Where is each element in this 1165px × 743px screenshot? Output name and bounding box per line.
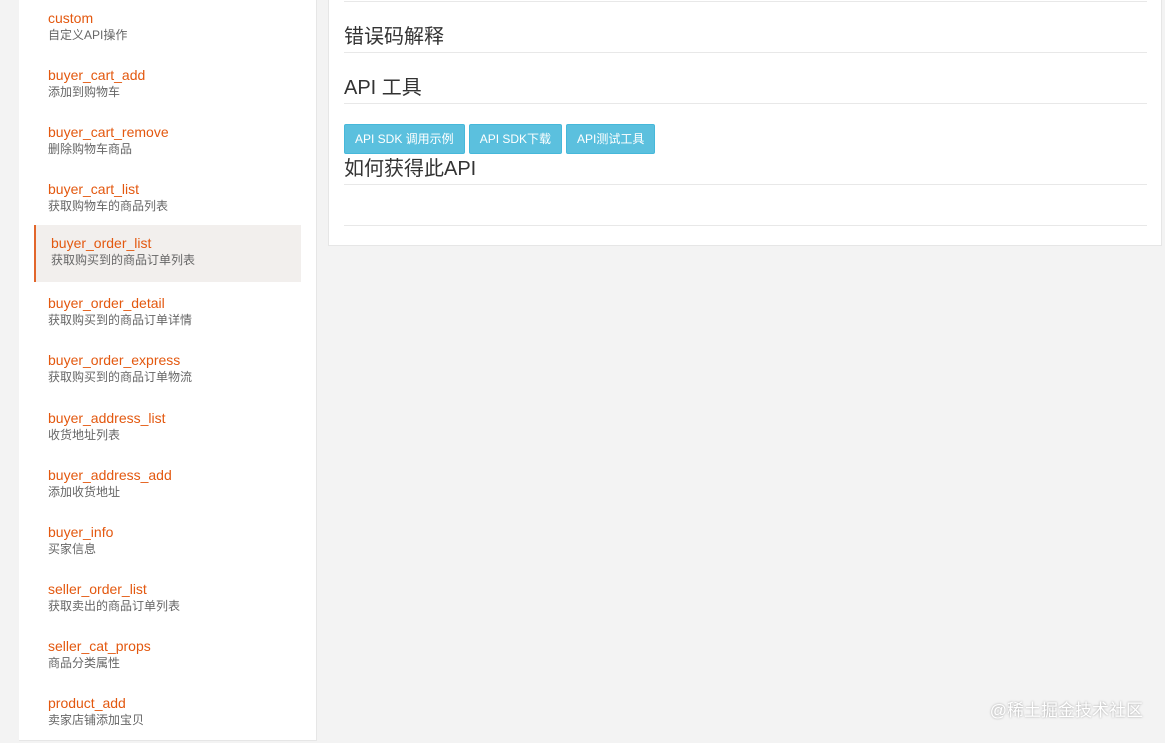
api-tools-heading: API 工具 xyxy=(344,77,422,99)
api-description: 获取卖出的商品订单列表 xyxy=(48,599,181,613)
api-tools-buttons: API SDK 调用示例 API SDK下载 API测试工具 xyxy=(344,124,659,154)
api-name: buyer_order_detail xyxy=(48,295,165,311)
sidebar-item-custom[interactable]: custom 自定义API操作 xyxy=(34,0,301,57)
api-name: product_add xyxy=(48,695,126,711)
divider xyxy=(344,103,1147,104)
api-name: buyer_cart_list xyxy=(48,181,140,197)
api-description: 获取购买到的商品订单详情 xyxy=(48,313,193,327)
sdk-example-button[interactable]: API SDK 调用示例 xyxy=(344,124,465,154)
divider xyxy=(344,1,1147,2)
api-description: 收货地址列表 xyxy=(48,428,121,442)
sidebar-item-buyer-address-list[interactable]: buyer_address_list 收货地址列表 xyxy=(34,400,301,457)
api-name: seller_cat_props xyxy=(48,638,151,654)
api-sidebar: custom 自定义API操作 buyer_cart_add 添加到购物车 bu… xyxy=(19,0,317,741)
page: custom 自定义API操作 buyer_cart_add 添加到购物车 bu… xyxy=(0,0,1165,743)
sidebar-item-product-add[interactable]: product_add 卖家店铺添加宝贝 xyxy=(34,685,301,740)
api-name: seller_order_list xyxy=(48,581,147,597)
api-description: 商品分类属性 xyxy=(48,656,121,670)
api-name: buyer_order_list xyxy=(51,235,152,251)
api-name: buyer_info xyxy=(48,524,114,540)
api-description: 获取购买到的商品订单列表 xyxy=(51,253,196,267)
sidebar-item-buyer-address-add[interactable]: buyer_address_add 添加收货地址 xyxy=(34,457,301,514)
sidebar-item-seller-order-list[interactable]: seller_order_list 获取卖出的商品订单列表 xyxy=(34,571,301,628)
api-name: buyer_cart_remove xyxy=(48,124,169,140)
sdk-download-button[interactable]: API SDK下载 xyxy=(468,124,563,154)
api-description: 获取购物车的商品列表 xyxy=(48,199,169,213)
api-description: 删除购物车商品 xyxy=(48,142,133,156)
api-description: 添加到购物车 xyxy=(48,85,121,99)
api-description: 获取购买到的商品订单物流 xyxy=(48,370,193,384)
divider xyxy=(344,225,1147,226)
api-description: 添加收货地址 xyxy=(48,485,121,499)
how-to-get-heading: 如何获得此API xyxy=(344,158,477,180)
api-description: 买家信息 xyxy=(48,542,97,556)
api-detail-panel: 错误码解释 API 工具 API SDK 调用示例 API SDK下载 API测… xyxy=(328,0,1162,246)
api-name: buyer_order_express xyxy=(48,352,181,368)
api-description: 卖家店铺添加宝贝 xyxy=(48,713,145,727)
divider xyxy=(344,184,1147,185)
sidebar-item-buyer-order-express[interactable]: buyer_order_express 获取购买到的商品订单物流 xyxy=(34,342,301,399)
sidebar-item-buyer-cart-list[interactable]: buyer_cart_list 获取购物车的商品列表 xyxy=(34,171,301,228)
sidebar-item-buyer-info[interactable]: buyer_info 买家信息 xyxy=(34,514,301,571)
divider xyxy=(344,52,1147,53)
sidebar-item-buyer-cart-remove[interactable]: buyer_cart_remove 删除购物车商品 xyxy=(34,114,301,171)
api-name: buyer_address_add xyxy=(48,467,172,483)
api-description: 自定义API操作 xyxy=(48,28,128,42)
sidebar-item-buyer-order-detail[interactable]: buyer_order_detail 获取购买到的商品订单详情 xyxy=(34,285,301,342)
api-name: custom xyxy=(48,10,94,26)
api-name: buyer_cart_add xyxy=(48,67,146,83)
error-codes-heading: 错误码解释 xyxy=(344,26,444,48)
sidebar-item-buyer-order-list[interactable]: buyer_order_list 获取购买到的商品订单列表 xyxy=(34,225,301,282)
sidebar-item-seller-cat-props[interactable]: seller_cat_props 商品分类属性 xyxy=(34,628,301,685)
sidebar-item-buyer-cart-add[interactable]: buyer_cart_add 添加到购物车 xyxy=(34,57,301,114)
test-tool-button[interactable]: API测试工具 xyxy=(566,124,656,154)
api-name: buyer_address_list xyxy=(48,410,166,426)
watermark: @稀土掘金技术社区 xyxy=(989,701,1143,720)
